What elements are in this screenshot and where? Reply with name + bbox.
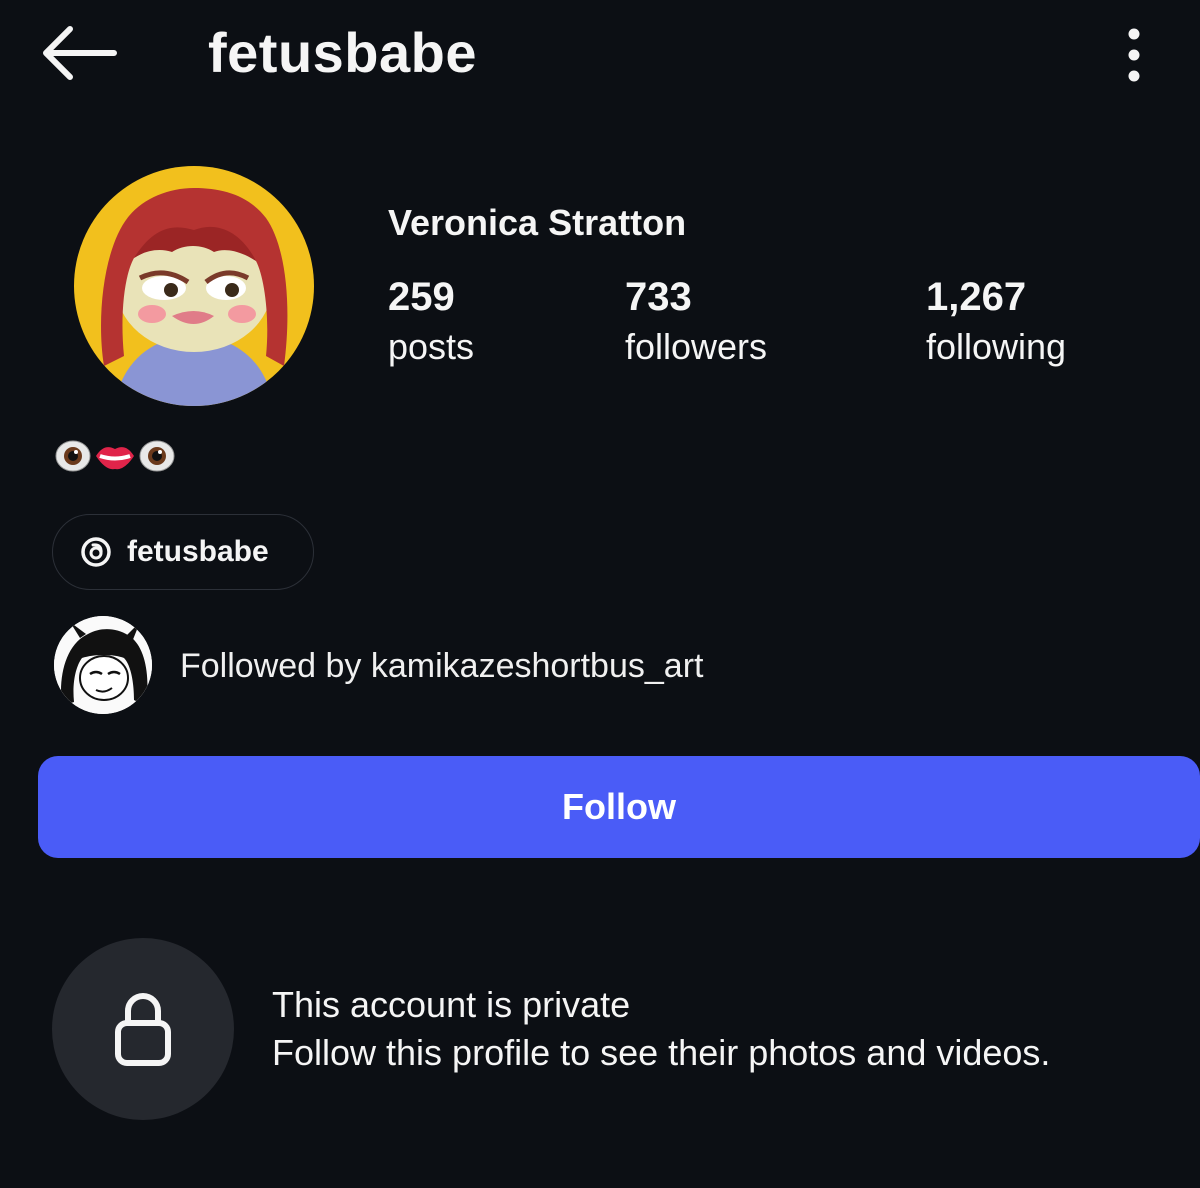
back-button[interactable] xyxy=(36,20,120,86)
private-account-title: This account is private xyxy=(272,984,631,1025)
following-label: following xyxy=(926,326,1067,367)
page-title: fetusbabe xyxy=(208,21,477,84)
threads-icon xyxy=(81,537,111,567)
posts-stat[interactable]: 259 posts xyxy=(388,272,474,370)
follow-button[interactable]: Follow xyxy=(38,756,1200,858)
more-vertical-icon xyxy=(1128,28,1140,82)
display-name: Veronica Stratton xyxy=(388,202,687,243)
more-options-button[interactable] xyxy=(1110,22,1158,86)
private-account-subtitle: Follow this profile to see their photos … xyxy=(272,1032,1051,1073)
eyes-emoji-icon xyxy=(139,440,175,472)
avatar-image xyxy=(74,166,314,406)
posts-count: 259 xyxy=(388,275,455,319)
lips-emoji-icon xyxy=(96,447,134,470)
followed-by-text[interactable]: Followed by kamikazeshortbus_art xyxy=(180,644,703,688)
profile-avatar[interactable] xyxy=(74,166,314,406)
eyes-emoji-icon xyxy=(55,440,91,472)
mutual-follower-avatar[interactable] xyxy=(54,616,152,714)
lock-badge xyxy=(52,938,234,1120)
arrow-left-icon xyxy=(43,26,117,80)
posts-label: posts xyxy=(388,326,475,367)
followers-stat[interactable]: 733 followers xyxy=(625,272,767,370)
followers-count: 733 xyxy=(625,275,692,319)
following-count: 1,267 xyxy=(926,275,1027,319)
lock-icon xyxy=(115,993,171,1066)
mutual-avatar-image xyxy=(54,616,152,714)
followers-label: followers xyxy=(625,326,768,367)
following-stat[interactable]: 1,267 following xyxy=(926,272,1066,370)
threads-username: fetusbabe xyxy=(127,535,269,568)
threads-link-button[interactable]: fetusbabe xyxy=(52,514,314,590)
bio xyxy=(54,436,176,476)
